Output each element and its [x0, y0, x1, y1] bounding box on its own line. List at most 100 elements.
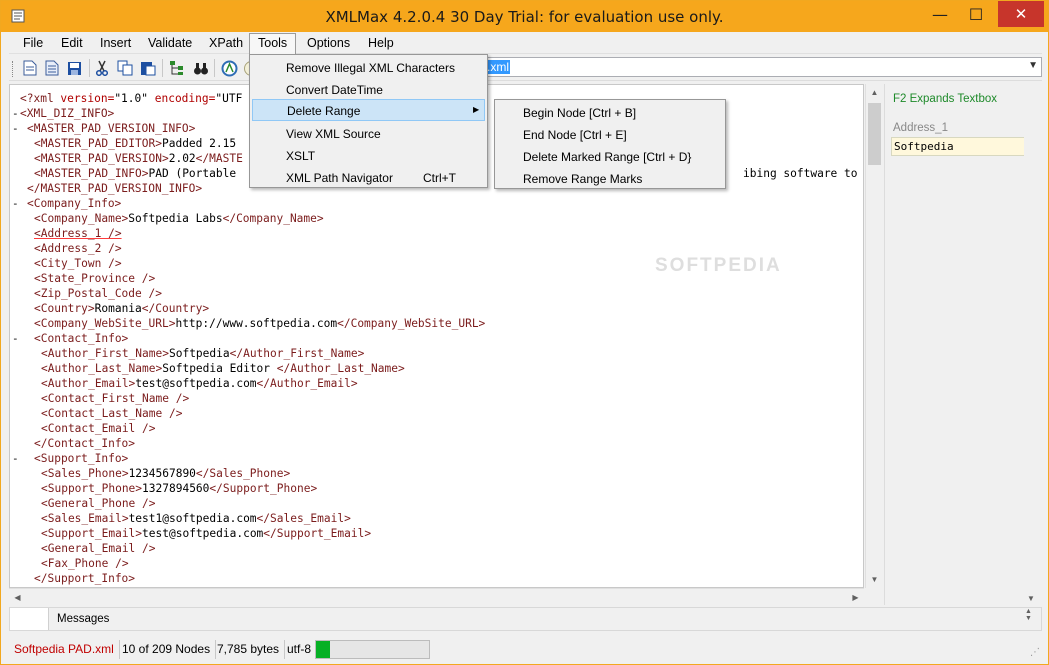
fold-toggle-icon[interactable]: -: [12, 106, 19, 121]
open-file-button[interactable]: [43, 59, 61, 77]
fold-toggle-icon[interactable]: -: [12, 196, 19, 211]
code-line[interactable]: <Country>Romania</Country>: [10, 301, 863, 316]
menu-edit[interactable]: Edit: [53, 34, 91, 54]
resize-grip-icon[interactable]: ⋰: [1030, 647, 1040, 658]
code-line[interactable]: </Contact_Info>: [10, 436, 863, 451]
xml-text: "1.0": [114, 92, 155, 105]
code-line[interactable]: <Sales_Email>test1@softpedia.com</Sales_…: [10, 511, 863, 526]
chevron-down-icon[interactable]: ▼: [1028, 60, 1038, 71]
code-line-content: <MASTER_PAD_INFO>PAD (Portable: [34, 167, 236, 180]
find-button[interactable]: [192, 59, 210, 77]
copy-button[interactable]: [116, 59, 134, 77]
scroll-down-icon[interactable]: ▼: [866, 571, 883, 588]
xml-close-tag: </Support_Email>: [263, 527, 372, 540]
xml-open-tag: <MASTER_PAD_INFO>: [34, 167, 149, 180]
scroll-thumb[interactable]: [868, 103, 881, 165]
code-line[interactable]: <Author_Last_Name>Softpedia Editor </Aut…: [10, 361, 863, 376]
xml-open-tag: <Contact_First_Name />: [41, 392, 190, 405]
close-button[interactable]: ✕: [998, 1, 1044, 27]
xml-open-tag: <Address_1 />: [34, 227, 122, 240]
scroll-left-icon[interactable]: ◀: [9, 589, 26, 606]
code-line[interactable]: <General_Phone />: [10, 496, 863, 511]
code-line[interactable]: </Support_Info>: [10, 571, 863, 586]
paste-button[interactable]: [139, 59, 157, 77]
code-line[interactable]: - <Contact_Info>: [10, 331, 863, 346]
tree-view-button[interactable]: [168, 59, 186, 77]
fold-toggle-icon[interactable]: -: [12, 331, 19, 346]
code-line[interactable]: <Support_Email>test@softpedia.com</Suppo…: [10, 526, 863, 541]
menu-file[interactable]: File: [15, 34, 51, 54]
menu-options[interactable]: Options: [299, 34, 358, 54]
menu-item-xml-path-navigator[interactable]: XML Path Navigator Ctrl+T: [252, 167, 485, 189]
menu-item-convert-datetime[interactable]: Convert DateTime: [252, 79, 485, 101]
xpath-combo[interactable]: .xml ▼: [479, 57, 1042, 77]
menu-item-xslt[interactable]: XSLT: [252, 145, 485, 167]
menu-xpath[interactable]: XPath: [201, 34, 251, 54]
code-line[interactable]: <Address_1 />: [10, 226, 863, 241]
xml-open-tag: <Contact_Info>: [34, 332, 129, 345]
messages-scrollbar[interactable]: ▲ ▼: [1025, 608, 1039, 630]
maximize-button[interactable]: ☐: [959, 1, 993, 27]
xml-attribute: encoding=: [154, 92, 216, 105]
code-line[interactable]: <Author_Email>test@softpedia.com</Author…: [10, 376, 863, 391]
editor-horizontal-scrollbar[interactable]: ◀ ▶: [9, 588, 864, 605]
save-icon: [67, 61, 81, 75]
menu-item-delete-range[interactable]: Delete Range ▶: [252, 99, 485, 121]
minimize-button[interactable]: —: [923, 1, 957, 27]
code-line[interactable]: <Company_WebSite_URL>http://www.softpedi…: [10, 316, 863, 331]
menu-item-shortcut: Ctrl+T: [423, 171, 456, 185]
code-line[interactable]: - <Company_Info>: [10, 196, 863, 211]
code-line[interactable]: <Support_Phone>1327894560</Support_Phone…: [10, 481, 863, 496]
fold-toggle-icon[interactable]: -: [12, 121, 19, 136]
xml-open-tag: <Support_Info>: [34, 452, 129, 465]
status-encoding: utf-8: [282, 640, 318, 659]
scroll-up-icon[interactable]: ▲: [866, 84, 883, 101]
menu-item-end-node[interactable]: End Node [Ctrl + E]: [497, 124, 723, 146]
xml-close-tag: </MASTE: [195, 152, 243, 165]
code-line[interactable]: <Company_Name>Softpedia Labs</Company_Na…: [10, 211, 863, 226]
code-line-content: <Company_Name>Softpedia Labs</Company_Na…: [34, 212, 324, 225]
code-line[interactable]: <General_Email />: [10, 541, 863, 556]
menu-validate[interactable]: Validate: [140, 34, 200, 54]
scroll-up-icon[interactable]: ▲: [1025, 608, 1039, 615]
menu-item-view-xml-source[interactable]: View XML Source: [252, 123, 485, 145]
messages-tab-box[interactable]: [10, 608, 49, 630]
cut-button[interactable]: [93, 59, 111, 77]
code-line-content: <Contact_Last_Name />: [41, 407, 182, 420]
scroll-down-icon[interactable]: ▼: [1025, 615, 1039, 622]
menu-item-label: Delete Range: [287, 104, 361, 118]
menu-item-delete-marked-range[interactable]: Delete Marked Range [Ctrl + D}: [497, 146, 723, 168]
validate-button[interactable]: [220, 59, 238, 77]
code-line[interactable]: <Sales_Phone>1234567890</Sales_Phone>: [10, 466, 863, 481]
save-button[interactable]: [65, 59, 83, 77]
xml-open-tag: <State_Province />: [34, 272, 156, 285]
xml-open-tag: </Contact_Info>: [34, 437, 136, 450]
menu-help[interactable]: Help: [360, 34, 402, 54]
messages-label: Messages: [57, 613, 110, 625]
code-line-content: <Country>Romania</Country>: [34, 302, 209, 315]
xml-close-tag: </Author_First_Name>: [229, 347, 365, 360]
code-line[interactable]: <Author_First_Name>Softpedia</Author_Fir…: [10, 346, 863, 361]
new-file-button[interactable]: [21, 59, 39, 77]
code-line[interactable]: <Contact_First_Name />: [10, 391, 863, 406]
code-line-content: <Zip_Postal_Code />: [34, 287, 162, 300]
menu-item-remove-illegal-chars[interactable]: Remove Illegal XML Characters: [252, 57, 485, 79]
menu-item-remove-range-marks[interactable]: Remove Range Marks: [497, 168, 723, 190]
code-line[interactable]: <Fax_Phone />: [10, 556, 863, 571]
fold-toggle-icon[interactable]: -: [12, 451, 19, 466]
menu-item-begin-node[interactable]: Begin Node [Ctrl + B]: [497, 102, 723, 124]
node-value-field[interactable]: Softpedia: [891, 137, 1037, 156]
scroll-down-icon[interactable]: ▼: [1027, 594, 1035, 603]
menu-tools[interactable]: Tools: [249, 33, 297, 55]
code-line[interactable]: <Contact_Last_Name />: [10, 406, 863, 421]
code-line[interactable]: - <Support_Info>: [10, 451, 863, 466]
editor-vertical-scrollbar[interactable]: ▲ ▼: [865, 84, 882, 588]
panel-scrollbar[interactable]: ▼: [1024, 84, 1041, 605]
code-line[interactable]: <Zip_Postal_Code />: [10, 286, 863, 301]
menu-insert[interactable]: Insert: [92, 34, 139, 54]
code-line[interactable]: <Contact_Email />: [10, 421, 863, 436]
scroll-right-icon[interactable]: ▶: [847, 589, 864, 606]
code-line[interactable]: <Address_2 />: [10, 241, 863, 256]
xml-open-tag: <Sales_Email>: [41, 512, 129, 525]
code-line-content: <Company_WebSite_URL>http://www.softpedi…: [34, 317, 485, 330]
